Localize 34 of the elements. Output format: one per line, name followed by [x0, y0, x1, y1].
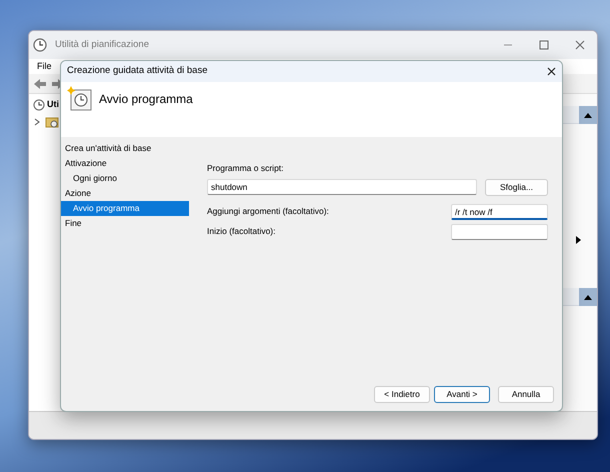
- browse-button[interactable]: Sfoglia...: [485, 178, 548, 196]
- dialog-button[interactable]: < Indietro: [374, 386, 430, 403]
- step-item[interactable]: Avvio programma: [61, 201, 189, 216]
- maximize-icon[interactable]: [539, 40, 549, 50]
- caret-up-icon: [584, 294, 592, 300]
- caret-right-icon[interactable]: [576, 236, 581, 244]
- field-label: Programma o script:: [207, 162, 285, 175]
- dialog-title: Creazione guidata attività di base: [67, 64, 208, 78]
- step-item[interactable]: Fine: [61, 216, 189, 231]
- page-heading: Avvio programma: [99, 91, 193, 108]
- dialog-button[interactable]: Avanti >: [434, 386, 490, 403]
- back-arrow-icon[interactable]: [33, 78, 47, 90]
- window-title: Utilità di pianificazione: [55, 38, 150, 52]
- folder-clock-icon[interactable]: [45, 116, 59, 128]
- clock-sparkle-icon: [67, 86, 93, 112]
- input-field[interactable]: shutdown: [207, 178, 477, 195]
- section-title: Crea un'attività di base: [64, 142, 152, 155]
- input-field[interactable]: [451, 224, 548, 240]
- step-item[interactable]: Attivazione: [61, 156, 189, 171]
- menu-item[interactable]: File: [33, 60, 56, 74]
- step-item[interactable]: Ogni giorno: [61, 171, 189, 186]
- input-field[interactable]: /r /t now /f: [451, 204, 548, 220]
- tree-item[interactable]: Uti: [47, 98, 59, 112]
- clock-icon: [33, 98, 45, 111]
- collapse-button[interactable]: [579, 288, 597, 306]
- clock-icon: [33, 38, 47, 52]
- caret-up-icon: [584, 112, 592, 118]
- chevron-right-icon[interactable]: [33, 118, 41, 126]
- step-item[interactable]: Azione: [61, 186, 189, 201]
- field-label: Inizio (facoltativo):: [207, 225, 276, 238]
- collapse-button[interactable]: [579, 106, 597, 124]
- dialog-button[interactable]: Annulla: [498, 386, 554, 403]
- field-label: Aggiungi argomenti (facoltativo):: [207, 205, 330, 218]
- close-icon[interactable]: [547, 67, 556, 76]
